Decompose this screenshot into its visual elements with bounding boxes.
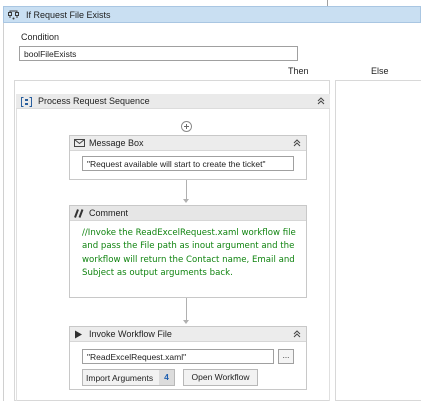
- double-chevron-up-icon[interactable]: [293, 139, 301, 149]
- browse-button[interactable]: ...: [278, 349, 294, 364]
- add-circle-icon[interactable]: [181, 121, 192, 132]
- comment-header[interactable]: Comment: [70, 206, 306, 221]
- connector-arrow: [183, 199, 189, 203]
- import-arguments-label: Import Arguments: [86, 373, 154, 383]
- condition-input[interactable]: boolFileExists: [19, 46, 298, 61]
- comment-text[interactable]: //Invoke the ReadExcelRequest.xaml workf…: [82, 227, 302, 281]
- open-workflow-button[interactable]: Open Workflow: [183, 369, 258, 386]
- envelope-icon: [74, 139, 85, 149]
- comment-title: Comment: [89, 208, 129, 218]
- sequence-header[interactable]: Process Request Sequence: [16, 94, 330, 109]
- comment-activity[interactable]: Comment //Invoke the ReadExcelRequest.xa…: [69, 205, 307, 298]
- workflow-file-input[interactable]: "ReadExcelRequest.xaml": [82, 349, 274, 364]
- connector-arrow: [183, 320, 189, 324]
- then-branch-label: Then: [288, 66, 309, 76]
- sequence-title: Process Request Sequence: [38, 96, 150, 106]
- if-activity-title: If Request File Exists: [26, 10, 111, 20]
- connector-line: [186, 180, 187, 199]
- invoke-workflow-activity[interactable]: Invoke Workflow File "ReadExcelRequest.x…: [69, 326, 307, 390]
- import-arguments-count-badge: 4: [159, 370, 174, 385]
- invoke-workflow-title: Invoke Workflow File: [89, 329, 172, 339]
- invoke-workflow-header[interactable]: Invoke Workflow File: [70, 327, 306, 342]
- double-chevron-up-icon[interactable]: [317, 97, 325, 107]
- import-arguments-button[interactable]: Import Arguments 4: [82, 369, 175, 386]
- comment-slash-icon: [74, 209, 85, 220]
- play-icon: [74, 330, 83, 341]
- message-box-header[interactable]: Message Box: [70, 136, 306, 151]
- if-activity-header[interactable]: If Request File Exists: [3, 6, 421, 23]
- double-chevron-up-icon[interactable]: [293, 330, 301, 340]
- message-text-input[interactable]: "Request available will start to create …: [82, 156, 294, 171]
- else-branch-panel[interactable]: [335, 80, 421, 401]
- condition-label: Condition: [21, 32, 60, 42]
- else-branch-label: Else: [371, 66, 389, 76]
- message-box-activity[interactable]: Message Box "Request available will star…: [69, 135, 307, 180]
- connector-line: [186, 298, 187, 320]
- sequence-icon: [21, 97, 32, 107]
- if-flowchart-icon: [8, 10, 19, 20]
- message-box-title: Message Box: [89, 138, 144, 148]
